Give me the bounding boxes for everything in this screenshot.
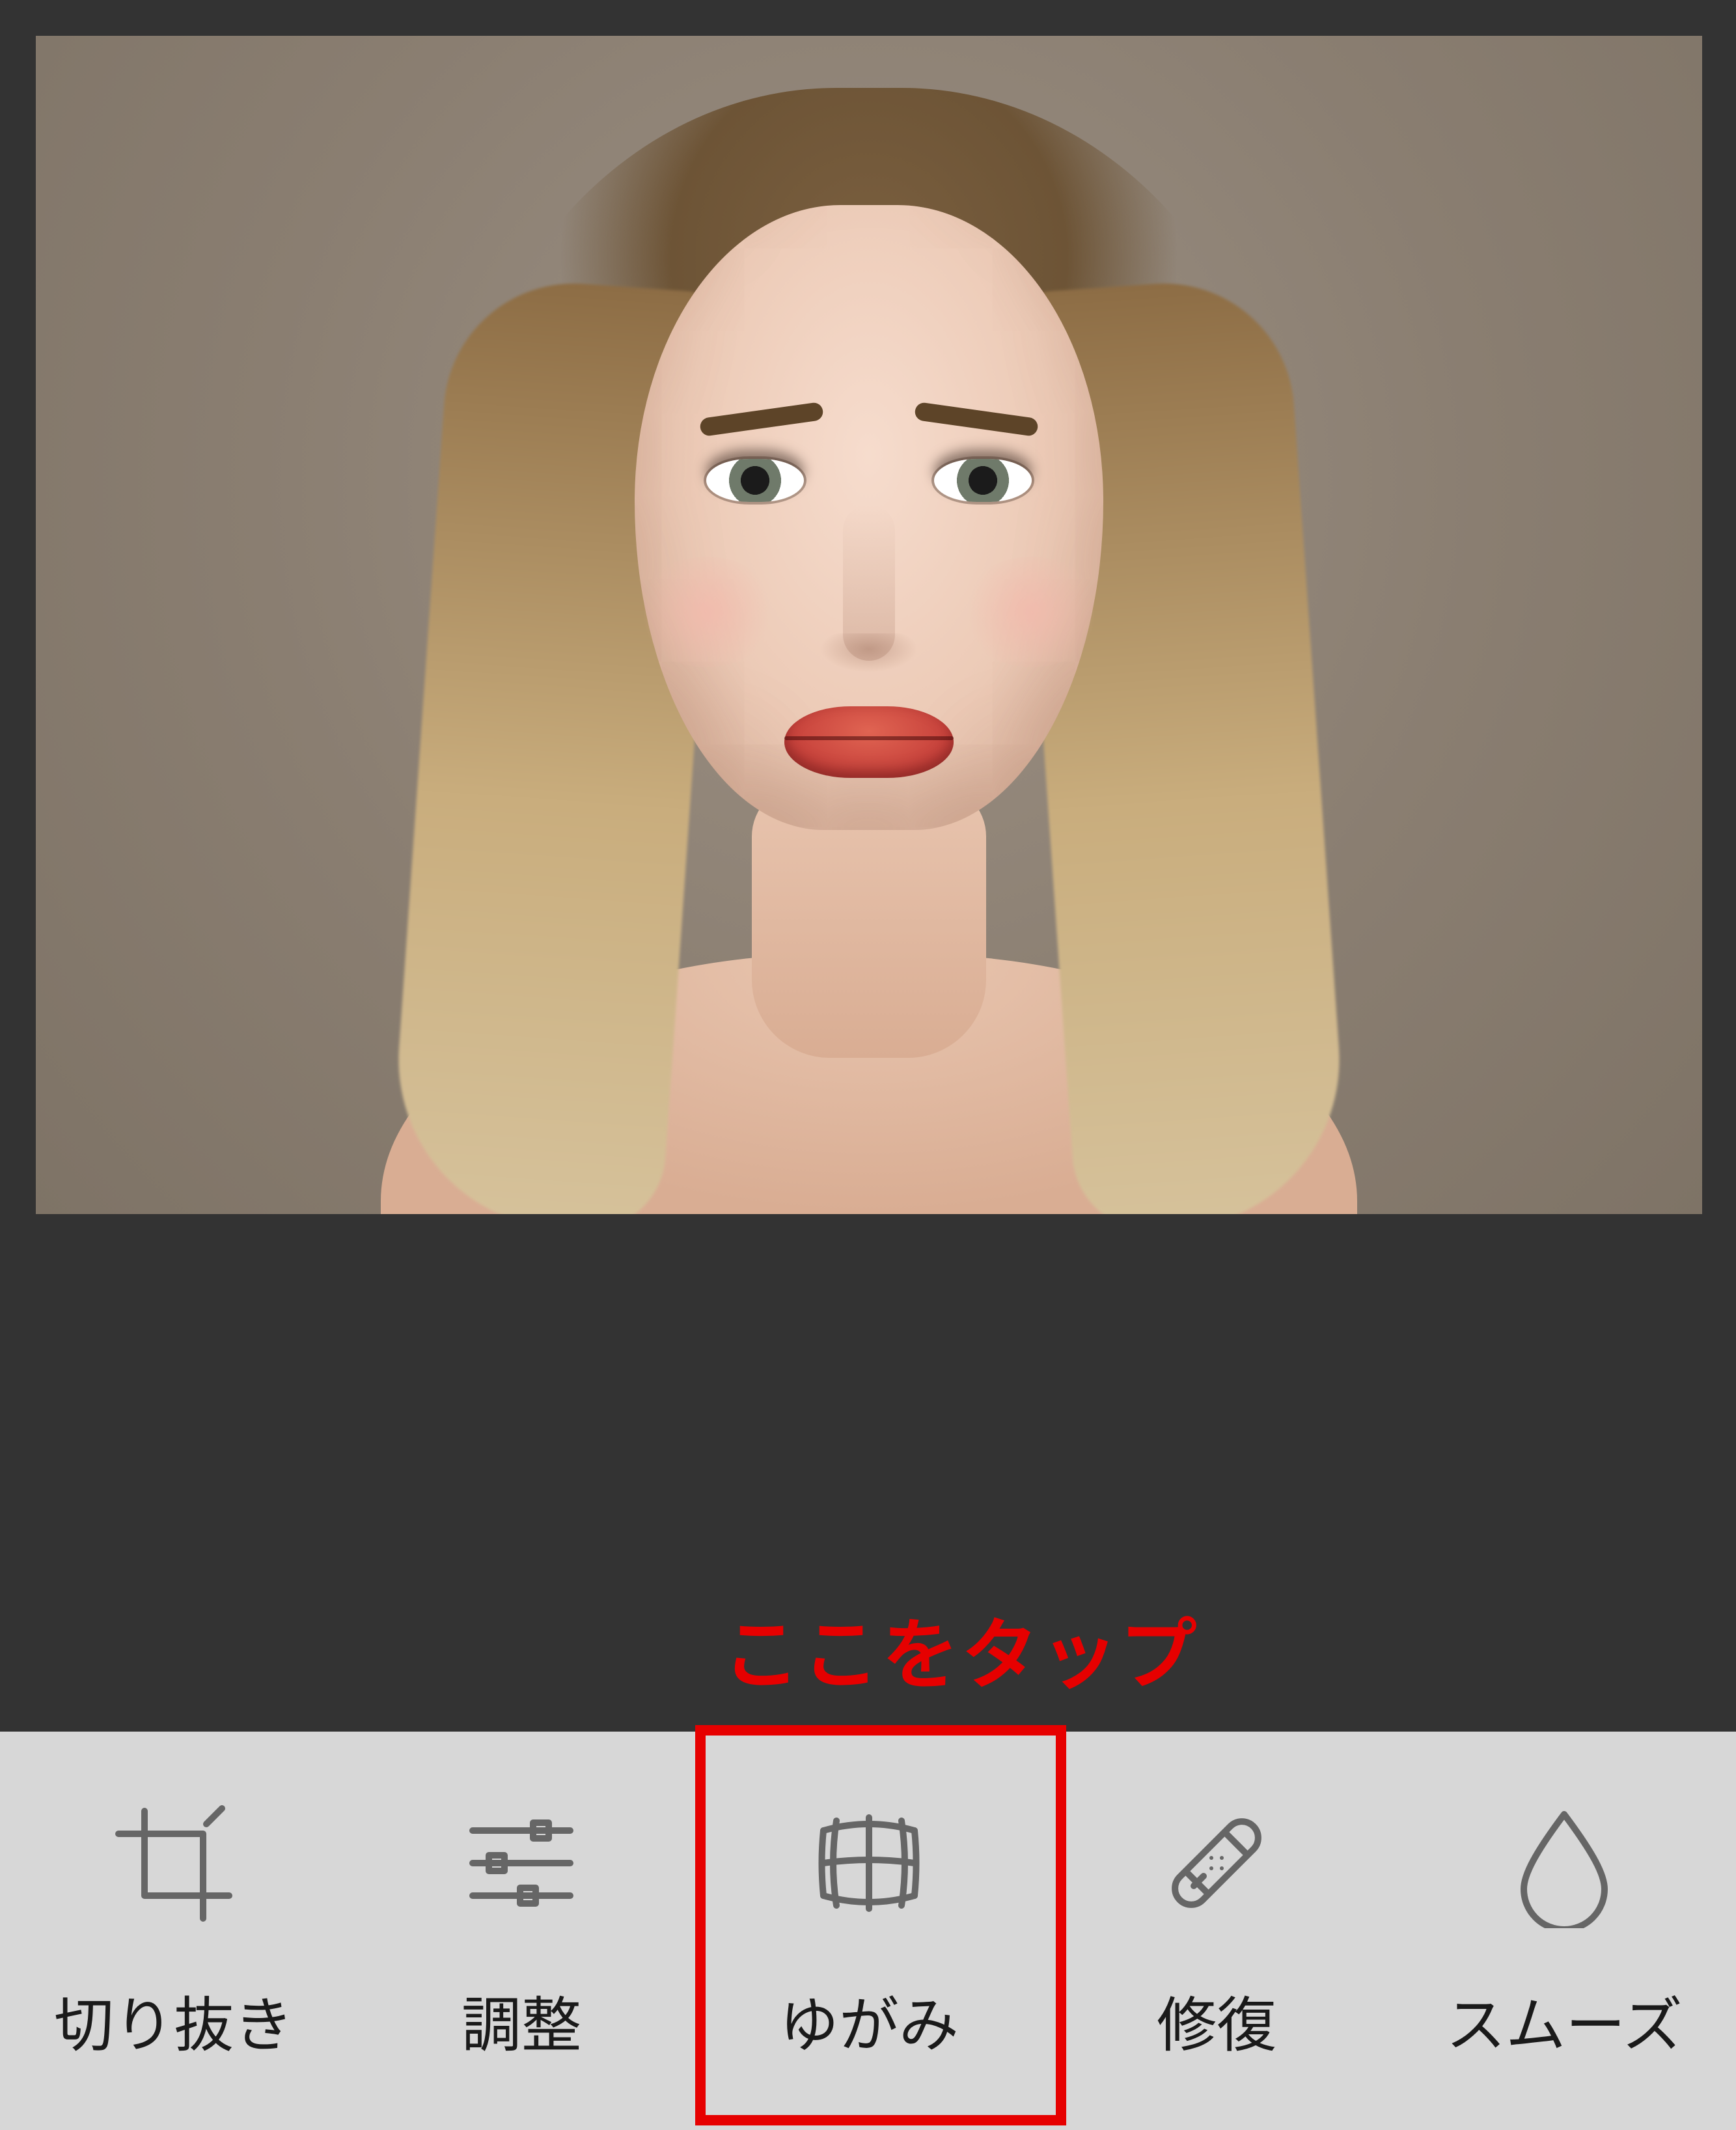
crop-icon — [109, 1798, 239, 1931]
sliders-icon — [456, 1798, 586, 1931]
tool-label: スムーズ — [1446, 1977, 1682, 2064]
bandage-icon — [1151, 1798, 1282, 1931]
annotation-tap-here: ここをタップ — [723, 1592, 1199, 1705]
tool-smooth[interactable]: スムーズ — [1390, 1732, 1736, 2130]
tool-crop[interactable]: 切り抜き — [0, 1732, 348, 2130]
droplet-icon — [1499, 1798, 1629, 1931]
tool-label: ゆがみ — [779, 1977, 959, 2064]
warp-grid-icon — [804, 1798, 934, 1931]
edited-photo[interactable] — [36, 36, 1702, 1214]
tool-label: 修復 — [1157, 1977, 1276, 2064]
tool-label: 切り抜き — [54, 1977, 294, 2064]
tool-heal[interactable]: 修復 — [1043, 1732, 1390, 2130]
tool-label: 調整 — [462, 1977, 581, 2064]
editor-canvas-area: ここをタップ — [0, 0, 1736, 1732]
bottom-toolbar: 切り抜き 調整 — [0, 1732, 1736, 2130]
tool-distort[interactable]: ゆがみ — [695, 1732, 1043, 2130]
tool-adjust[interactable]: 調整 — [348, 1732, 695, 2130]
